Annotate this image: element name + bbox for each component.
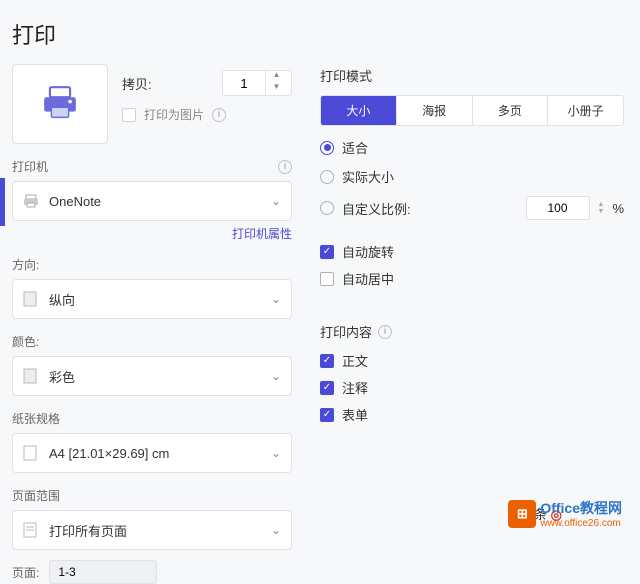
- mode-tabs: 大小 海报 多页 小册子: [320, 95, 624, 126]
- tab-booklet[interactable]: 小册子: [547, 96, 623, 125]
- actual-radio[interactable]: [320, 170, 334, 184]
- tab-multi[interactable]: 多页: [472, 96, 548, 125]
- auto-center-label: 自动居中: [342, 269, 394, 288]
- print-as-image-label: 打印为图片: [144, 106, 204, 123]
- orientation-select[interactable]: 纵向 ⌄: [12, 279, 292, 319]
- printer-section-label: 打印机: [12, 158, 278, 175]
- paper-select[interactable]: A4 [21.01×29.69] cm ⌄: [12, 433, 292, 473]
- page-icon: [23, 368, 41, 384]
- print-as-image-checkbox[interactable]: [122, 108, 136, 122]
- page-icon: [23, 291, 41, 307]
- actual-label: 实际大小: [342, 167, 394, 186]
- page-icon: [23, 445, 41, 461]
- percent-sign: %: [612, 201, 624, 216]
- body-checkbox[interactable]: ✓: [320, 354, 334, 368]
- chevron-down-icon: ⌄: [271, 292, 281, 306]
- pages-label: 页面:: [12, 564, 39, 581]
- notes-checkbox[interactable]: ✓: [320, 381, 334, 395]
- page-icon: [23, 522, 41, 538]
- page-title: 打印: [12, 18, 292, 50]
- print-mode-heading: 打印模式: [320, 66, 372, 85]
- chevron-down-icon: ⌄: [271, 194, 281, 208]
- notes-label: 注释: [342, 378, 368, 397]
- custom-scale-label: 自定义比例:: [342, 199, 518, 218]
- orientation-section-label: 方向:: [12, 256, 292, 273]
- chevron-down-icon: ⌄: [271, 523, 281, 537]
- scale-down[interactable]: ▼: [598, 208, 605, 215]
- custom-scale-radio[interactable]: [320, 201, 334, 215]
- copies-stepper[interactable]: ▲ ▼: [222, 70, 292, 96]
- pages-input[interactable]: [49, 560, 157, 584]
- paper-section-label: 纸张规格: [12, 410, 292, 427]
- printer-value: OneNote: [49, 194, 271, 209]
- info-icon[interactable]: i: [378, 325, 392, 339]
- chevron-down-icon: ⌄: [271, 446, 281, 460]
- color-value: 彩色: [49, 367, 271, 386]
- scale-input[interactable]: [526, 196, 590, 220]
- chevron-down-icon: ⌄: [271, 369, 281, 383]
- copies-input[interactable]: [223, 76, 265, 91]
- forms-checkbox[interactable]: ✓: [320, 408, 334, 422]
- print-content-heading: 打印内容: [320, 322, 372, 341]
- scale-up[interactable]: ▲: [598, 201, 605, 208]
- color-section-label: 颜色:: [12, 333, 292, 350]
- color-select[interactable]: 彩色 ⌄: [12, 356, 292, 396]
- fit-label: 适合: [342, 138, 368, 157]
- fit-radio[interactable]: [320, 141, 334, 155]
- forms-label: 表单: [342, 405, 368, 424]
- printer-small-icon: [23, 193, 41, 209]
- printer-properties-link[interactable]: 打印机属性: [232, 227, 292, 241]
- printer-icon: [37, 80, 83, 129]
- orientation-value: 纵向: [49, 290, 271, 309]
- printer-preview-card[interactable]: [12, 64, 108, 144]
- paper-value: A4 [21.01×29.69] cm: [49, 446, 271, 461]
- auto-rotate-checkbox[interactable]: ✓: [320, 245, 334, 259]
- copies-label: 拷贝:: [122, 74, 222, 93]
- info-icon[interactable]: i: [212, 108, 226, 122]
- printer-select[interactable]: OneNote ⌄: [12, 181, 292, 221]
- info-icon[interactable]: i: [278, 160, 292, 174]
- auto-center-checkbox[interactable]: ✓: [320, 272, 334, 286]
- range-select[interactable]: 打印所有页面 ⌄: [12, 510, 292, 550]
- copies-down[interactable]: ▼: [266, 83, 287, 95]
- body-label: 正文: [342, 351, 368, 370]
- tab-poster[interactable]: 海报: [396, 96, 472, 125]
- auto-rotate-label: 自动旋转: [342, 242, 394, 261]
- range-section-label: 页面范围: [12, 487, 292, 504]
- tab-size[interactable]: 大小: [321, 96, 396, 125]
